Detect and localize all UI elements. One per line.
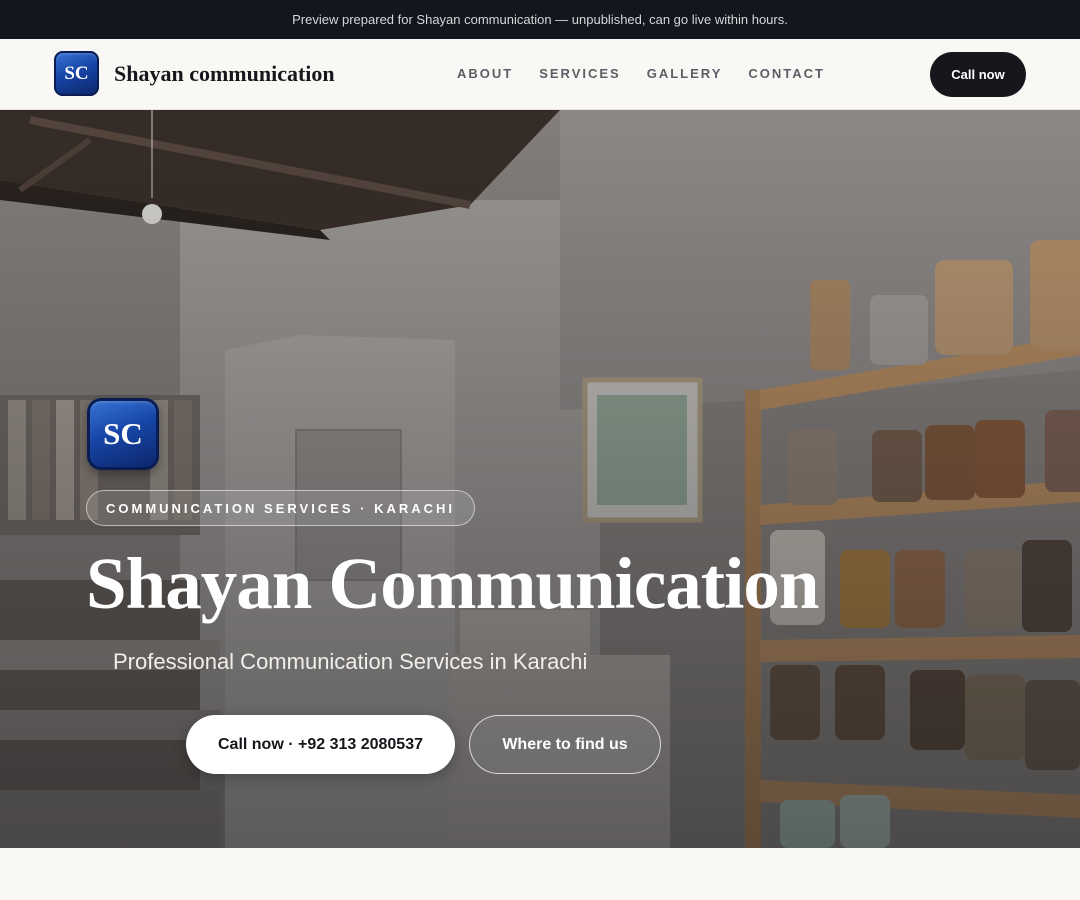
next-section-start: [0, 848, 1080, 900]
brand[interactable]: SC Shayan communication: [54, 51, 335, 96]
brand-logo: SC: [54, 51, 99, 96]
brand-logo-text: SC: [64, 62, 89, 84]
brand-name: Shayan communication: [114, 60, 335, 86]
call-now-button[interactable]: Call now · +92 313 2080537: [186, 715, 455, 774]
nav-contact[interactable]: CONTACT: [748, 66, 825, 81]
preview-banner: Preview prepared for Shayan communicatio…: [0, 0, 1080, 39]
hero-subtitle: Professional Communication Services in K…: [113, 649, 588, 674]
hero-section: SC COMMUNICATION SERVICES · KARACHI Shay…: [0, 110, 1080, 848]
hero-title: Shayan Communication: [86, 543, 819, 624]
where-to-find-us-button[interactable]: Where to find us: [469, 715, 661, 774]
site-header: SC Shayan communication ABOUT SERVICES G…: [0, 39, 1080, 110]
nav-services[interactable]: SERVICES: [539, 66, 621, 81]
preview-banner-text: Preview prepared for Shayan communicatio…: [292, 12, 788, 27]
hero-eyebrow-text: COMMUNICATION SERVICES · KARACHI: [106, 500, 456, 516]
hero-logo: SC: [87, 398, 159, 470]
hero-logo-text: SC: [103, 416, 143, 451]
hero-eyebrow-badge: COMMUNICATION SERVICES · KARACHI: [86, 490, 476, 526]
nav-gallery[interactable]: GALLERY: [647, 66, 723, 81]
header-call-button[interactable]: Call now: [930, 52, 1026, 97]
main-nav: ABOUT SERVICES GALLERY CONTACT: [457, 66, 825, 81]
nav-about[interactable]: ABOUT: [457, 66, 513, 81]
